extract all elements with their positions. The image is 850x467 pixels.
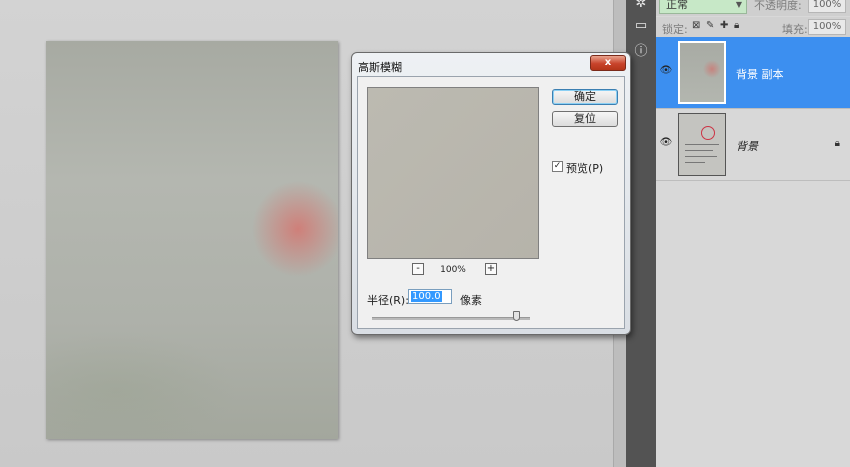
text-line [685,162,705,163]
opacity-label: 不透明度: [754,0,802,12]
radius-label: 半径(R): [367,294,409,307]
stamp-mark [701,126,715,140]
zoom-level: 100% [440,265,466,275]
radius-input[interactable]: 100.0 [408,289,452,304]
radius-slider-track[interactable] [372,317,530,320]
layers-panel: 正常 ▼ 不透明度: 100% 锁定: ⊠ ✎ ✚ 🔒︎ 填充: 100% 👁︎… [656,0,850,467]
eye-icon[interactable]: 👁︎ [659,137,673,151]
layer-name[interactable]: 背景 [736,138,758,154]
eye-icon[interactable]: 👁︎ [659,65,673,79]
blend-mode-value: 正常 [666,0,688,11]
blend-row: 正常 ▼ 不透明度: 100% [656,0,850,16]
reset-button[interactable]: 复位 [552,111,618,127]
layer-row-background-copy[interactable]: 👁︎ 背景 副本 [656,37,850,109]
text-line [685,156,717,157]
text-line [685,144,719,145]
layer-thumbnail[interactable] [678,41,726,104]
lock-label: 锁定: [662,23,688,36]
lock-icon: 🔒︎ [834,138,840,149]
opacity-field[interactable]: 100% [808,0,846,13]
fill-field[interactable]: 100% [808,19,846,35]
lock-move-icon[interactable]: ✚ [720,20,728,31]
layer-thumbnail[interactable] [678,113,726,176]
lock-all-icon[interactable]: 🔒︎ [734,20,739,31]
close-button[interactable]: x [590,55,626,71]
dialog-body: 确定 复位 ✓ 预览(P) - 100% + 半径(R): 100.0 像素 [357,76,625,329]
image-icon[interactable]: ▭ [626,18,656,33]
layer-row-background[interactable]: 👁︎ 背景 🔒︎ [656,109,850,181]
layer-name[interactable]: 背景 副本 [736,66,784,82]
text-line [685,150,713,151]
lock-row: 锁定: ⊠ ✎ ✚ 🔒︎ 填充: 100% [656,17,850,38]
lock-brush-icon[interactable]: ✎ [706,20,714,31]
blend-mode-select[interactable]: 正常 ▼ [659,0,747,14]
preview-checkbox[interactable]: ✓ [552,161,563,172]
fill-label: 填充: [782,23,808,36]
blur-preview[interactable] [367,87,539,259]
dialog-title: 高斯模糊 [358,61,402,74]
lock-transparent-icon[interactable]: ⊠ [692,20,700,31]
unit-label: 像素 [460,294,482,307]
gear-icon[interactable]: ✲ [626,0,656,11]
zoom-out-button[interactable]: - [412,263,424,275]
zoom-in-button[interactable]: + [485,263,497,275]
gaussian-blur-dialog: 高斯模糊 x 确定 复位 ✓ 预览(P) - 100% + 半径(R): 100… [351,52,631,335]
document-image[interactable] [46,41,338,439]
radius-slider-handle[interactable] [513,311,520,321]
preview-label[interactable]: 预览(P) [566,160,603,176]
ok-button[interactable]: 确定 [552,89,618,105]
chevron-down-icon: ▼ [735,0,742,9]
radius-value: 100.0 [411,291,442,302]
